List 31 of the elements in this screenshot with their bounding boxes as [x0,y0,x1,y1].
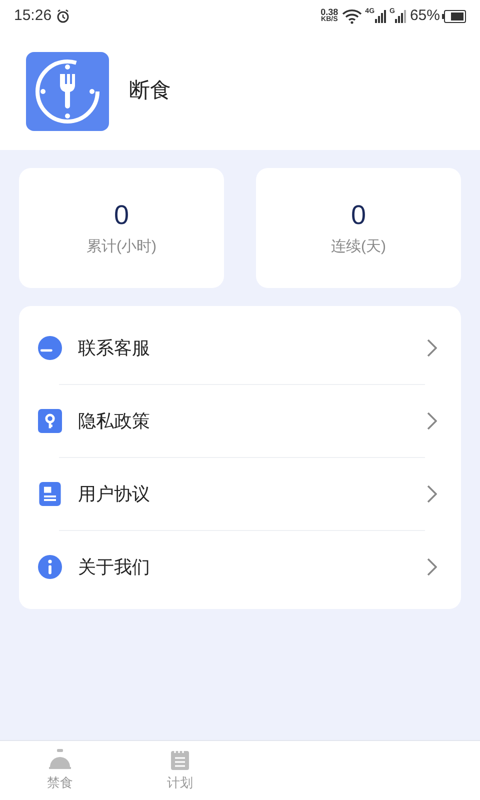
alarm-icon [56,9,70,23]
menu-item[interactable]: 用户协议 [19,458,461,530]
app-name: 断食 [129,78,171,104]
stat-value: 0 [350,198,366,232]
battery-icon [442,10,466,22]
stat-label: 连续(天) [331,236,386,257]
menu-item[interactable]: 关于我们 [19,531,461,603]
cloche-icon [48,748,72,770]
menu-item[interactable]: 隐私政策 [19,385,461,457]
signal-icon [374,10,387,22]
wifi-icon [342,8,362,24]
signal-icon [394,10,407,22]
chevron-right-icon [427,339,437,357]
document-icon [38,482,62,506]
battery-percent: 65% [410,6,440,26]
menu-label: 隐私政策 [78,410,151,432]
chevron-right-icon [427,485,437,503]
menu-label: 联系客服 [78,336,151,360]
notepad-icon [168,748,192,770]
app-logo-icon [26,52,109,130]
chevron-right-icon [427,558,437,576]
key-icon [38,409,62,433]
stat-value: 0 [114,198,130,232]
menu-label: 关于我们 [78,556,151,578]
chevron-right-icon [427,412,437,430]
status-time: 15:26 [14,6,52,26]
info-icon [38,555,62,579]
speed-value: 0.38 [320,8,338,16]
menu-label: 用户协议 [78,482,151,506]
menu-item[interactable]: 联系客服 [19,312,461,384]
stat-label: 累计(小时) [86,236,156,257]
